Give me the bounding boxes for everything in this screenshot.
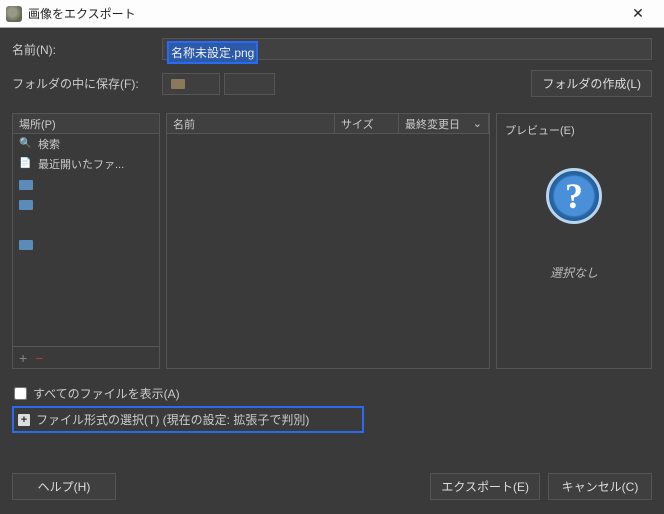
file-type-expander[interactable]: + ファイル形式の選択(T) (現在の設定: 拡張子で判別) [12, 406, 364, 433]
show-all-checkbox[interactable] [14, 387, 27, 400]
path-segment[interactable] [162, 73, 220, 95]
places-item[interactable] [13, 234, 159, 254]
path-segment[interactable] [224, 73, 275, 95]
path-breadcrumb [162, 73, 275, 95]
column-size[interactable]: サイズ [335, 114, 399, 133]
places-panel: 場所(P) 検索 最近開いたファ... + − [12, 113, 160, 369]
help-button[interactable]: ヘルプ(H) [12, 473, 116, 500]
cancel-button[interactable]: キャンセル(C) [548, 473, 652, 500]
places-header: 場所(P) [13, 114, 159, 134]
folder-icon [19, 240, 33, 250]
create-folder-button[interactable]: フォルダの作成(L) [531, 70, 652, 97]
places-item-recent[interactable]: 最近開いたファ... [13, 154, 159, 174]
search-icon [19, 137, 33, 151]
filename-input[interactable]: 名称未設定.png [162, 38, 652, 60]
recent-icon [19, 157, 33, 171]
close-icon[interactable]: ✕ [618, 5, 658, 22]
column-name[interactable]: 名前 [167, 114, 335, 133]
preview-placeholder: 選択なし [505, 264, 643, 281]
file-type-label: ファイル形式の選択(T) (現在の設定: 拡張子で判別) [36, 411, 309, 428]
folder-icon [171, 79, 185, 89]
preview-panel: プレビュー(E) ? 選択なし [496, 113, 652, 369]
remove-bookmark-icon[interactable]: − [35, 351, 43, 365]
folder-icon [19, 180, 33, 190]
app-icon [6, 6, 22, 22]
places-item[interactable] [13, 194, 159, 214]
file-list-header: 名前 サイズ 最終変更日 [167, 114, 489, 134]
column-date[interactable]: 最終変更日 [399, 114, 489, 133]
places-list[interactable]: 検索 最近開いたファ... [13, 134, 159, 346]
places-item[interactable] [13, 214, 159, 234]
filename-value: 名称未設定.png [167, 41, 258, 64]
add-bookmark-icon[interactable]: + [19, 351, 27, 365]
expand-icon: + [18, 414, 30, 426]
places-item-search[interactable]: 検索 [13, 134, 159, 154]
folder-icon [19, 200, 33, 210]
places-toolbar: + − [13, 346, 159, 368]
folder-label: フォルダの中に保存(F): [12, 75, 162, 92]
show-all-files-row[interactable]: すべてのファイルを表示(A) [12, 381, 652, 406]
name-label: 名前(N): [12, 41, 162, 58]
places-item[interactable] [13, 254, 159, 274]
window-title: 画像をエクスポート [28, 5, 618, 22]
export-button[interactable]: エクスポート(E) [430, 473, 540, 500]
title-bar: 画像をエクスポート ✕ [0, 0, 664, 28]
show-all-label: すべてのファイルを表示(A) [33, 385, 180, 402]
file-list-panel: 名前 サイズ 最終変更日 [166, 113, 490, 369]
chevron-down-icon [471, 117, 482, 130]
preview-header: プレビュー(E) [505, 122, 643, 138]
question-mark-icon: ? [546, 168, 602, 224]
places-item[interactable] [13, 174, 159, 194]
file-list-body[interactable] [167, 134, 489, 368]
